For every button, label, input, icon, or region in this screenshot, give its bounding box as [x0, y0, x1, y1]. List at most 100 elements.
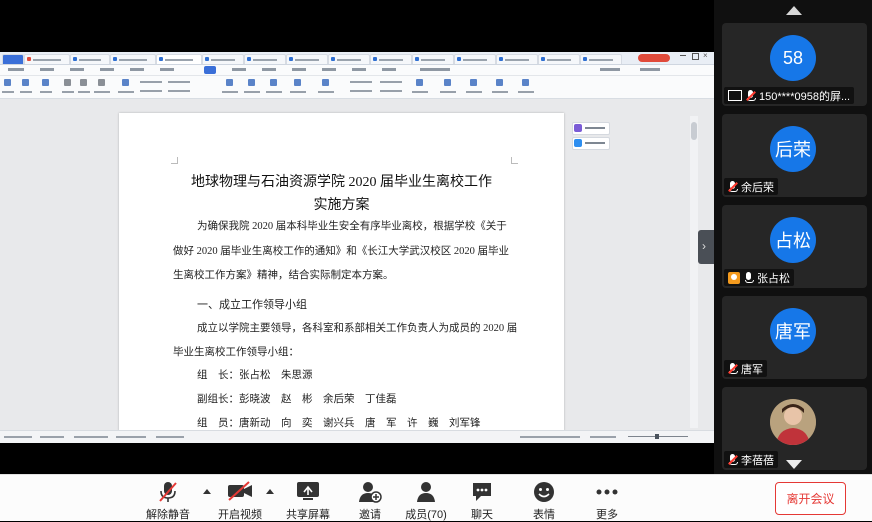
vertical-scrollbar[interactable]: [690, 116, 698, 428]
participant-tile[interactable]: 李蓓蓓: [722, 387, 867, 470]
menu-item[interactable]: [100, 68, 114, 71]
members-button[interactable]: 成员(70): [400, 475, 452, 521]
mic-muted-icon: [728, 362, 738, 375]
reactions-button[interactable]: 表情: [520, 475, 568, 521]
menu-item[interactable]: [232, 68, 246, 71]
ribbon-icon[interactable]: [226, 79, 233, 86]
menu-item[interactable]: [8, 68, 24, 71]
menu-search[interactable]: [420, 68, 450, 71]
ribbon-label[interactable]: [380, 81, 402, 83]
ribbon-icon[interactable]: [270, 79, 277, 86]
ribbon-label[interactable]: [168, 81, 190, 83]
ribbon-label[interactable]: [350, 90, 372, 92]
menu-item[interactable]: [600, 68, 620, 71]
home-tab[interactable]: [2, 54, 24, 64]
ribbon-label[interactable]: [168, 90, 190, 92]
menu-item[interactable]: [292, 68, 306, 71]
ribbon-label: [20, 91, 32, 93]
ribbon-icon[interactable]: [470, 79, 477, 86]
ribbon-icon[interactable]: [98, 79, 105, 86]
document-tab-active[interactable]: [156, 54, 202, 64]
ribbon-label: [518, 91, 534, 93]
zoom-slider-knob[interactable]: [655, 434, 659, 439]
ribbon-label: [62, 91, 74, 93]
menu-item[interactable]: [130, 68, 144, 71]
side-tool-button[interactable]: [572, 122, 610, 135]
document-tab[interactable]: [24, 54, 70, 64]
document-tab[interactable]: [328, 54, 370, 64]
emoji-icon: [534, 482, 554, 502]
menu-item[interactable]: [40, 68, 54, 71]
document-tab[interactable]: [580, 54, 622, 64]
participant-name-bar: 唐军: [724, 360, 767, 377]
start-video-button[interactable]: 开启视频: [212, 475, 268, 521]
menu-item[interactable]: [160, 68, 174, 71]
ribbon-icon[interactable]: [22, 79, 29, 86]
caret-up-icon[interactable]: [266, 489, 274, 494]
document-tab[interactable]: [538, 54, 580, 64]
chat-button[interactable]: 聊天: [458, 475, 506, 521]
participant-tile[interactable]: 占松 张占松: [722, 205, 867, 288]
ribbon-label: [440, 91, 456, 93]
leave-meeting-button[interactable]: 离开会议: [775, 482, 846, 515]
ribbon-icon[interactable]: [64, 79, 71, 86]
chevron-right-icon: ›: [702, 239, 706, 253]
avatar-photo: [770, 399, 816, 445]
menu-item[interactable]: [70, 68, 84, 71]
document-tab[interactable]: [496, 54, 538, 64]
caret-up-icon[interactable]: [203, 489, 211, 494]
menu-item[interactable]: [352, 68, 366, 71]
ribbon-label[interactable]: [380, 90, 402, 92]
unmute-button[interactable]: 解除静音: [140, 475, 196, 521]
ribbon-icon[interactable]: [322, 79, 329, 86]
ribbon-label[interactable]: [350, 81, 372, 83]
scrollbar-thumb[interactable]: [691, 122, 697, 140]
participant-tile[interactable]: 后荣 余后荣: [722, 114, 867, 197]
invite-button[interactable]: 邀请: [344, 475, 396, 521]
document-tab[interactable]: [370, 54, 412, 64]
scroll-down-icon[interactable]: [786, 460, 802, 469]
login-button[interactable]: [638, 54, 670, 62]
ribbon-label[interactable]: [140, 81, 162, 83]
ribbon-icon[interactable]: [294, 79, 301, 86]
document-tab[interactable]: [244, 54, 286, 64]
menu-item[interactable]: [640, 68, 660, 71]
margin-marker: [171, 157, 178, 164]
menu-item[interactable]: [322, 68, 336, 71]
scroll-up-icon[interactable]: [786, 6, 802, 15]
ribbon-icon[interactable]: [122, 79, 129, 86]
ribbon-icon[interactable]: [248, 79, 255, 86]
menu-item-active[interactable]: [204, 66, 216, 74]
more-button[interactable]: 更多: [584, 475, 630, 521]
menu-item[interactable]: [262, 68, 276, 71]
document-tab[interactable]: [70, 54, 110, 64]
participant-tile[interactable]: 58 150****0958的屏...: [722, 23, 867, 106]
share-screen-button[interactable]: 共享屏幕: [280, 475, 336, 521]
ribbon-icon[interactable]: [42, 79, 49, 86]
document-tab[interactable]: [202, 54, 244, 64]
view-mode-buttons[interactable]: [520, 436, 580, 438]
document-page: 地球物理与石油资源学院 2020 届毕业生离校工作 实施方案 为确保我院 202…: [119, 113, 564, 431]
ribbon-label[interactable]: [140, 90, 162, 92]
document-tab[interactable]: [454, 54, 496, 64]
participant-tile[interactable]: 唐军 唐军: [722, 296, 867, 379]
minimize-icon[interactable]: [680, 55, 686, 56]
ribbon-icon[interactable]: [4, 79, 11, 86]
ribbon-icon[interactable]: [80, 79, 87, 86]
maximize-icon[interactable]: [692, 53, 699, 60]
ribbon-icon[interactable]: [444, 79, 451, 86]
menu-item[interactable]: [382, 68, 396, 71]
paragraph-line: 为确保我院 2020 届本科毕业生安全有序毕业离校，根据学校《关于: [197, 221, 507, 232]
collapse-panel-button[interactable]: ›: [698, 230, 714, 264]
ribbon-icon[interactable]: [522, 79, 529, 86]
document-tab[interactable]: [286, 54, 328, 64]
ribbon-icon[interactable]: [416, 79, 423, 86]
side-tool-button[interactable]: [572, 137, 610, 150]
document-tab[interactable]: [412, 54, 454, 64]
mic-icon: [744, 271, 754, 284]
document-tab[interactable]: [110, 54, 156, 64]
participant-name: 余后荣: [741, 181, 774, 194]
ribbon-icon[interactable]: [496, 79, 503, 86]
zoom-percent[interactable]: [590, 436, 616, 438]
close-icon[interactable]: ×: [703, 52, 708, 60]
